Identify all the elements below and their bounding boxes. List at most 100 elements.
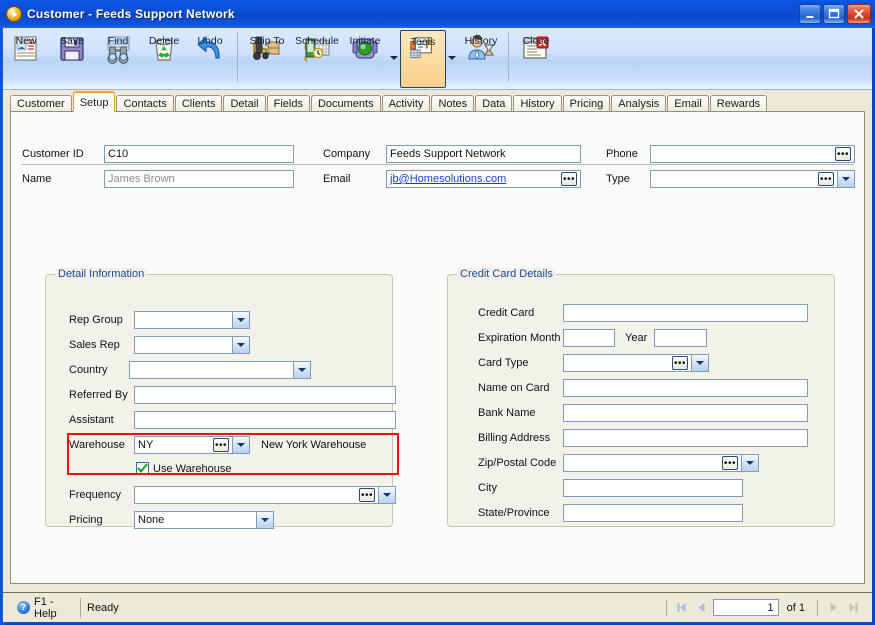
tab-history[interactable]: History [513, 95, 562, 112]
referred-by-input[interactable] [134, 386, 396, 404]
country-combo[interactable] [129, 361, 311, 379]
close-button[interactable] [847, 4, 871, 24]
credit-card-details-group: Credit Card Details Credit Card Expirati… [447, 268, 835, 527]
tab-data[interactable]: Data [475, 95, 513, 112]
warehouse-dropdown-arrow-icon[interactable] [233, 436, 250, 454]
toolbar-close-button[interactable]: Close [513, 30, 559, 88]
card-type-combo[interactable]: ••• [563, 354, 709, 372]
billing-address-label: Billing Address [478, 432, 551, 444]
tab-customer[interactable]: Customer [10, 95, 72, 112]
nav-separator-left [665, 599, 667, 616]
city-input[interactable] [563, 479, 743, 497]
toolbar-find-button[interactable]: Find [95, 30, 141, 88]
frequency-dropdown-arrow-icon[interactable] [379, 486, 396, 504]
phone-input[interactable]: ••• [650, 145, 855, 163]
previous-record-icon[interactable] [693, 599, 711, 617]
pricing-combo[interactable]: None [134, 511, 274, 529]
email-input[interactable]: jb@Homesolutions.com ••• [386, 170, 581, 188]
tab-rewards[interactable]: Rewards [709, 95, 768, 112]
year-label: Year [625, 332, 648, 344]
state-province-input[interactable] [563, 504, 743, 522]
zip-postal-code-combo[interactable]: ••• [563, 454, 759, 472]
card-type-label: Card Type [478, 357, 529, 369]
minimize-button[interactable] [799, 4, 821, 24]
toolbar-delete-button[interactable]: Delete [141, 30, 187, 88]
toolbar-new-button[interactable]: New [3, 30, 49, 88]
tab-activity[interactable]: Activity [381, 95, 431, 112]
pricing-label: Pricing [69, 514, 103, 526]
tab-email[interactable]: Email [667, 95, 709, 112]
zip-dropdown-arrow-icon[interactable] [742, 454, 759, 472]
company-input[interactable]: Feeds Support Network [386, 145, 581, 163]
pricing-dropdown-arrow-icon[interactable] [257, 511, 274, 529]
use-warehouse-checkbox[interactable] [136, 462, 149, 475]
main-toolbar: New Save Find Delete Undo Ship To Schedu… [3, 28, 872, 90]
record-count-label: of 1 [786, 601, 805, 614]
credit-card-details-title: Credit Card Details [457, 268, 556, 280]
maximize-button[interactable] [823, 4, 845, 24]
tab-detail[interactable]: Detail [223, 95, 266, 112]
sales-rep-dropdown-arrow-icon[interactable] [233, 336, 250, 354]
expiration-month-input[interactable] [563, 329, 615, 347]
tab-notes[interactable]: Notes [431, 95, 475, 112]
email-label: Email [323, 173, 351, 185]
company-label: Company [323, 148, 371, 160]
frequency-lookup-button[interactable]: ••• [359, 488, 375, 502]
country-dropdown-arrow-icon[interactable] [294, 361, 311, 379]
bank-name-input[interactable] [563, 404, 808, 422]
status-help-cell[interactable]: ? F1 - Help [11, 595, 81, 620]
tab-setup[interactable]: Setup [72, 91, 116, 112]
tab-fields[interactable]: Fields [266, 95, 310, 112]
toolbar-initiate-label: Initiate [349, 35, 381, 47]
toolbar-undo-button[interactable]: Undo [187, 30, 233, 88]
type-combo[interactable]: ••• [650, 170, 855, 188]
card-type-dropdown-arrow-icon[interactable] [692, 354, 709, 372]
toolbar-tools-button[interactable]: Tools [400, 30, 446, 88]
toolbar-schedule-label: Schedule [295, 35, 339, 47]
frequency-combo[interactable]: ••• [134, 486, 396, 504]
email-lookup-button[interactable]: ••• [561, 172, 577, 186]
toolbar-save-button[interactable]: Save [49, 30, 95, 88]
name-on-card-input[interactable] [563, 379, 808, 397]
status-help-label: F1 - Help [34, 595, 57, 620]
rep-group-dropdown-arrow-icon[interactable] [233, 311, 250, 329]
first-record-icon[interactable] [673, 599, 691, 617]
tab-documents[interactable]: Documents [310, 95, 381, 112]
referred-by-label: Referred By [69, 389, 128, 401]
assistant-input[interactable] [134, 411, 396, 429]
tab-contacts[interactable]: Contacts [116, 95, 174, 112]
toolbar-history-button[interactable]: History [458, 30, 504, 88]
initiate-dropdown-arrow-icon[interactable] [388, 30, 400, 86]
bank-name-label: Bank Name [478, 407, 536, 419]
tab-pricing[interactable]: Pricing [562, 95, 611, 112]
phone-label: Phone [606, 148, 638, 160]
toolbar-ship-to-button[interactable]: Ship To [242, 30, 292, 88]
email-link[interactable]: jb@Homesolutions.com [390, 171, 506, 187]
toolbar-initiate-button[interactable]: Initiate [342, 30, 388, 88]
name-input[interactable]: James Brown [104, 170, 294, 188]
sales-rep-combo[interactable] [134, 336, 250, 354]
rep-group-label: Rep Group [69, 314, 123, 326]
current-record-input[interactable]: 1 [712, 599, 779, 616]
type-lookup-button[interactable]: ••• [818, 172, 834, 186]
warehouse-combo[interactable]: NY ••• [134, 436, 250, 454]
expiration-month-label: Expiration Month [478, 332, 561, 344]
last-record-icon[interactable] [844, 599, 862, 617]
type-dropdown-arrow-icon[interactable] [838, 170, 855, 188]
tab-analysis[interactable]: Analysis [611, 95, 667, 112]
warehouse-value: NY [138, 439, 154, 451]
type-label: Type [606, 173, 630, 185]
rep-group-combo[interactable] [134, 311, 250, 329]
billing-address-input[interactable] [563, 429, 808, 447]
next-record-icon[interactable] [824, 599, 842, 617]
tab-clients[interactable]: Clients [174, 95, 223, 112]
card-type-lookup-button[interactable]: ••• [672, 356, 688, 370]
credit-card-input[interactable] [563, 304, 808, 322]
zip-lookup-button[interactable]: ••• [722, 456, 738, 470]
customer-id-input[interactable]: C10 [104, 145, 294, 163]
toolbar-schedule-button[interactable]: Schedule [292, 30, 342, 88]
warehouse-lookup-button[interactable]: ••• [213, 438, 229, 452]
tools-dropdown-arrow-icon[interactable] [446, 30, 458, 86]
phone-lookup-button[interactable]: ••• [835, 147, 851, 161]
year-input[interactable] [654, 329, 707, 347]
